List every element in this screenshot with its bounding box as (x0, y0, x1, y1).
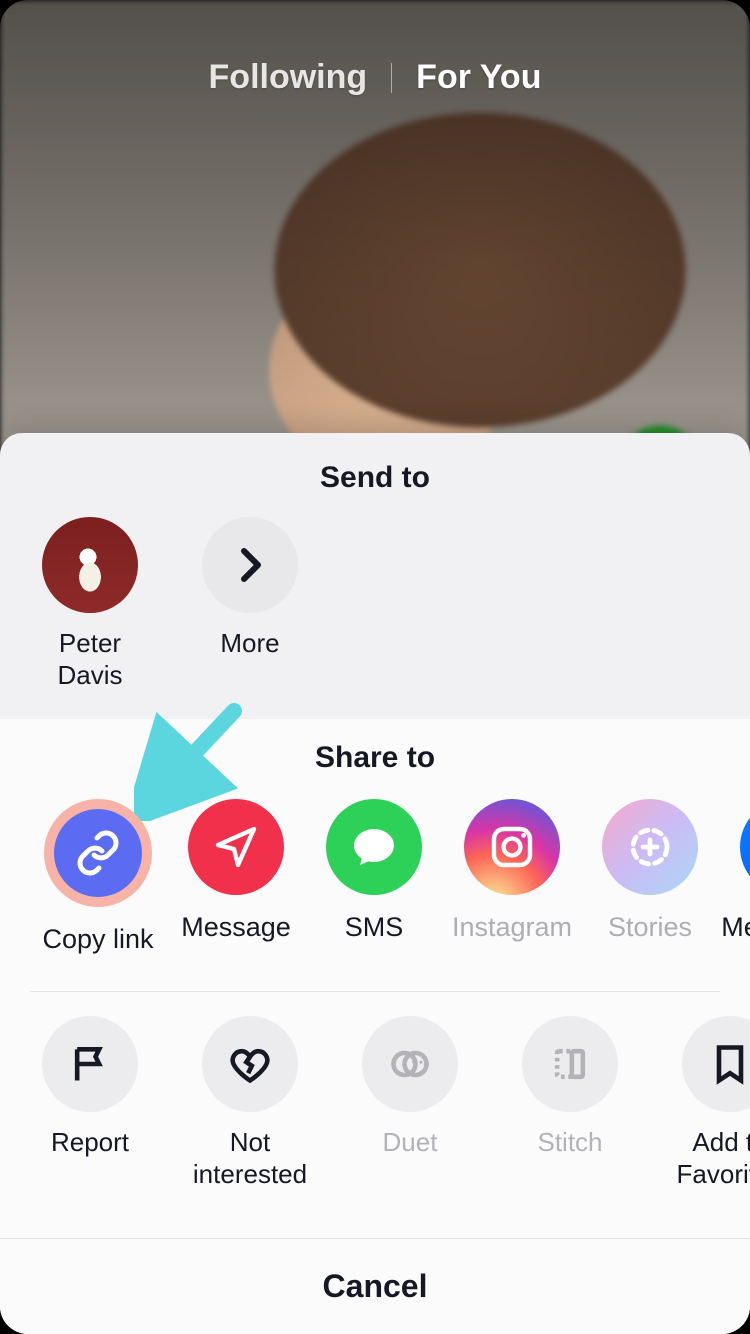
action-label: Add to Favorites (670, 1126, 750, 1190)
contact-label: Peter Davis (30, 627, 150, 691)
send-to-contact[interactable]: Peter Davis (30, 517, 150, 691)
share-to-row: Copy link Message SMS (0, 799, 750, 983)
share-label: Message (181, 911, 291, 943)
send-to-row: Peter Davis More (0, 517, 750, 719)
screen: Following For You Send to Peter Davis Mo… (0, 0, 750, 1334)
share-sms[interactable]: SMS (306, 799, 442, 955)
share-to-title: Share to (0, 741, 750, 775)
flag-icon (42, 1016, 138, 1112)
actions-row: Report Not interested Duet (0, 992, 750, 1218)
cancel-button[interactable]: Cancel (0, 1238, 750, 1334)
copy-link-highlight-ring (44, 799, 152, 907)
action-not-interested[interactable]: Not interested (190, 1016, 310, 1190)
share-label: Messenger (721, 911, 750, 943)
share-messenger[interactable]: Messenger (720, 799, 750, 955)
action-label: Not interested (190, 1126, 310, 1190)
chevron-right-icon (202, 517, 298, 613)
send-to-title: Send to (0, 461, 750, 495)
tab-following[interactable]: Following (209, 58, 368, 97)
messenger-icon (740, 799, 750, 895)
share-to-section: Share to Copy link (0, 719, 750, 1334)
share-label: Instagram (452, 911, 572, 943)
share-label: Stories (608, 911, 692, 943)
action-label: Duet (383, 1126, 438, 1158)
share-label: Copy link (42, 923, 153, 955)
stories-icon (602, 799, 698, 895)
action-stitch: Stitch (510, 1016, 630, 1190)
tab-separator (391, 63, 392, 93)
instagram-icon (464, 799, 560, 895)
bookmark-icon (682, 1016, 750, 1112)
action-label: Stitch (537, 1126, 602, 1158)
paper-plane-icon (188, 799, 284, 895)
broken-heart-icon (202, 1016, 298, 1112)
action-label: Report (51, 1126, 129, 1158)
duet-icon (362, 1016, 458, 1112)
share-copy-link[interactable]: Copy link (30, 799, 166, 955)
action-add-favorites[interactable]: Add to Favorites (670, 1016, 750, 1190)
contact-avatar (42, 517, 138, 613)
share-message[interactable]: Message (168, 799, 304, 955)
tab-for-you[interactable]: For You (416, 58, 541, 97)
send-to-more[interactable]: More (190, 517, 310, 691)
share-stories[interactable]: Stories (582, 799, 718, 955)
share-label: SMS (345, 911, 404, 943)
link-icon (54, 809, 142, 897)
action-duet: Duet (350, 1016, 470, 1190)
feed-tabs: Following For You (0, 58, 750, 97)
stitch-icon (522, 1016, 618, 1112)
sms-bubble-icon (326, 799, 422, 895)
share-sheet: Send to Peter Davis More (0, 433, 750, 1334)
share-instagram[interactable]: Instagram (444, 799, 580, 955)
action-report[interactable]: Report (30, 1016, 150, 1190)
more-label: More (220, 627, 279, 659)
